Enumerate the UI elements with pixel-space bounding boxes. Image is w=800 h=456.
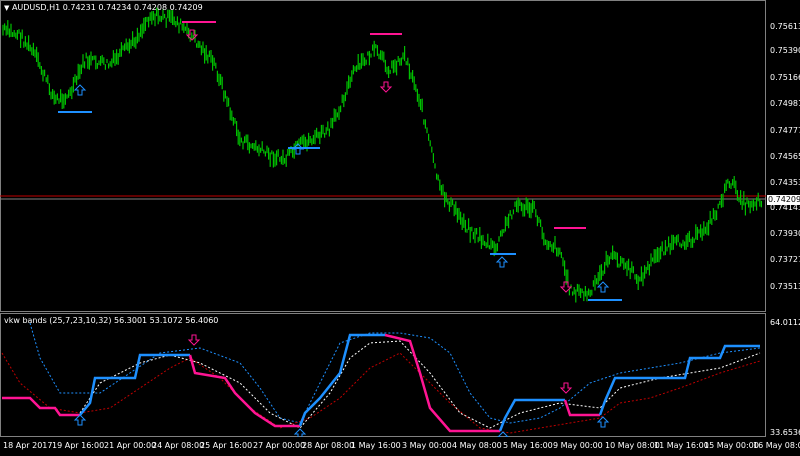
indicator-scale-bottom: 33.6536	[770, 428, 800, 437]
indicator-canvas	[1, 322, 761, 437]
band-down-line	[188, 354, 300, 428]
time-label: 5 May 16:00	[503, 441, 553, 450]
price-label: 0.74777	[770, 126, 800, 135]
ohlc-values: 0.74231 0.74234 0.74208 0.74209	[62, 3, 203, 12]
up-arrow-icon	[73, 84, 87, 96]
current-price-box: 0.74209	[767, 195, 800, 205]
up-arrow-icon	[596, 281, 610, 293]
band-dashed-lower	[1, 352, 761, 434]
time-label: 9 May 00:00	[553, 441, 603, 450]
time-label: 18 Apr 2017	[3, 441, 53, 450]
chart-header: ▼ AUDUSD,H1 0.74231 0.74234 0.74208 0.74…	[4, 3, 203, 12]
price-label: 0.73513	[770, 282, 800, 291]
time-label: 16 May 08:00	[753, 441, 800, 450]
down-arrow-icon	[379, 81, 393, 93]
band-down-line	[384, 333, 500, 433]
up-arrow-icon	[495, 256, 509, 268]
chart-window[interactable]: ▼ AUDUSD,H1 0.74231 0.74234 0.74208 0.74…	[0, 0, 800, 456]
time-label: 28 Apr 08:00	[302, 441, 355, 450]
time-label: 4 May 08:00	[452, 441, 502, 450]
price-label: 0.75390	[770, 46, 800, 55]
time-label: 1 May 16:00	[351, 441, 401, 450]
band-up-line	[598, 344, 760, 416]
up-arrow-icon	[293, 428, 307, 437]
down-arrow-icon	[187, 334, 201, 346]
band-up-line	[498, 398, 565, 432]
band-up-line	[298, 333, 385, 427]
band-down-line	[563, 399, 600, 417]
up-arrow-icon	[596, 416, 610, 428]
time-label: 27 Apr 00:00	[253, 441, 306, 450]
up-arrow-icon	[73, 414, 87, 426]
time-label: 24 Apr 08:00	[152, 441, 205, 450]
time-label: 11 May 16:00	[654, 441, 709, 450]
time-label: 21 Apr 00:00	[104, 441, 157, 450]
price-chart-canvas	[0, 7, 766, 303]
time-label: 25 Apr 16:00	[200, 441, 253, 450]
price-label: 0.73727	[770, 255, 800, 264]
price-label: 0.74981	[770, 99, 800, 108]
indicator-scale-top: 64.0112	[770, 318, 800, 327]
time-label: 19 Apr 16:00	[52, 441, 105, 450]
band-down-line	[2, 396, 80, 417]
down-arrow-icon	[559, 382, 573, 394]
price-label: 0.74565	[770, 152, 800, 161]
band-up-line	[79, 353, 190, 416]
time-label: 3 May 00:00	[402, 441, 452, 450]
time-label: 10 May 08:00	[605, 441, 660, 450]
price-label: 0.75613	[770, 22, 800, 31]
price-label: 0.73930	[770, 229, 800, 238]
price-label: 0.75166	[770, 73, 800, 82]
dropdown-triangle-icon[interactable]: ▼	[4, 4, 9, 12]
symbol-title: AUDUSD,H1	[11, 3, 61, 12]
indicator-title: vkw bands (25,7,23,10,32) 56.3001 53.107…	[4, 316, 219, 325]
price-label: 0.74353	[770, 178, 800, 187]
time-label: 15 May 00:00	[704, 441, 759, 450]
